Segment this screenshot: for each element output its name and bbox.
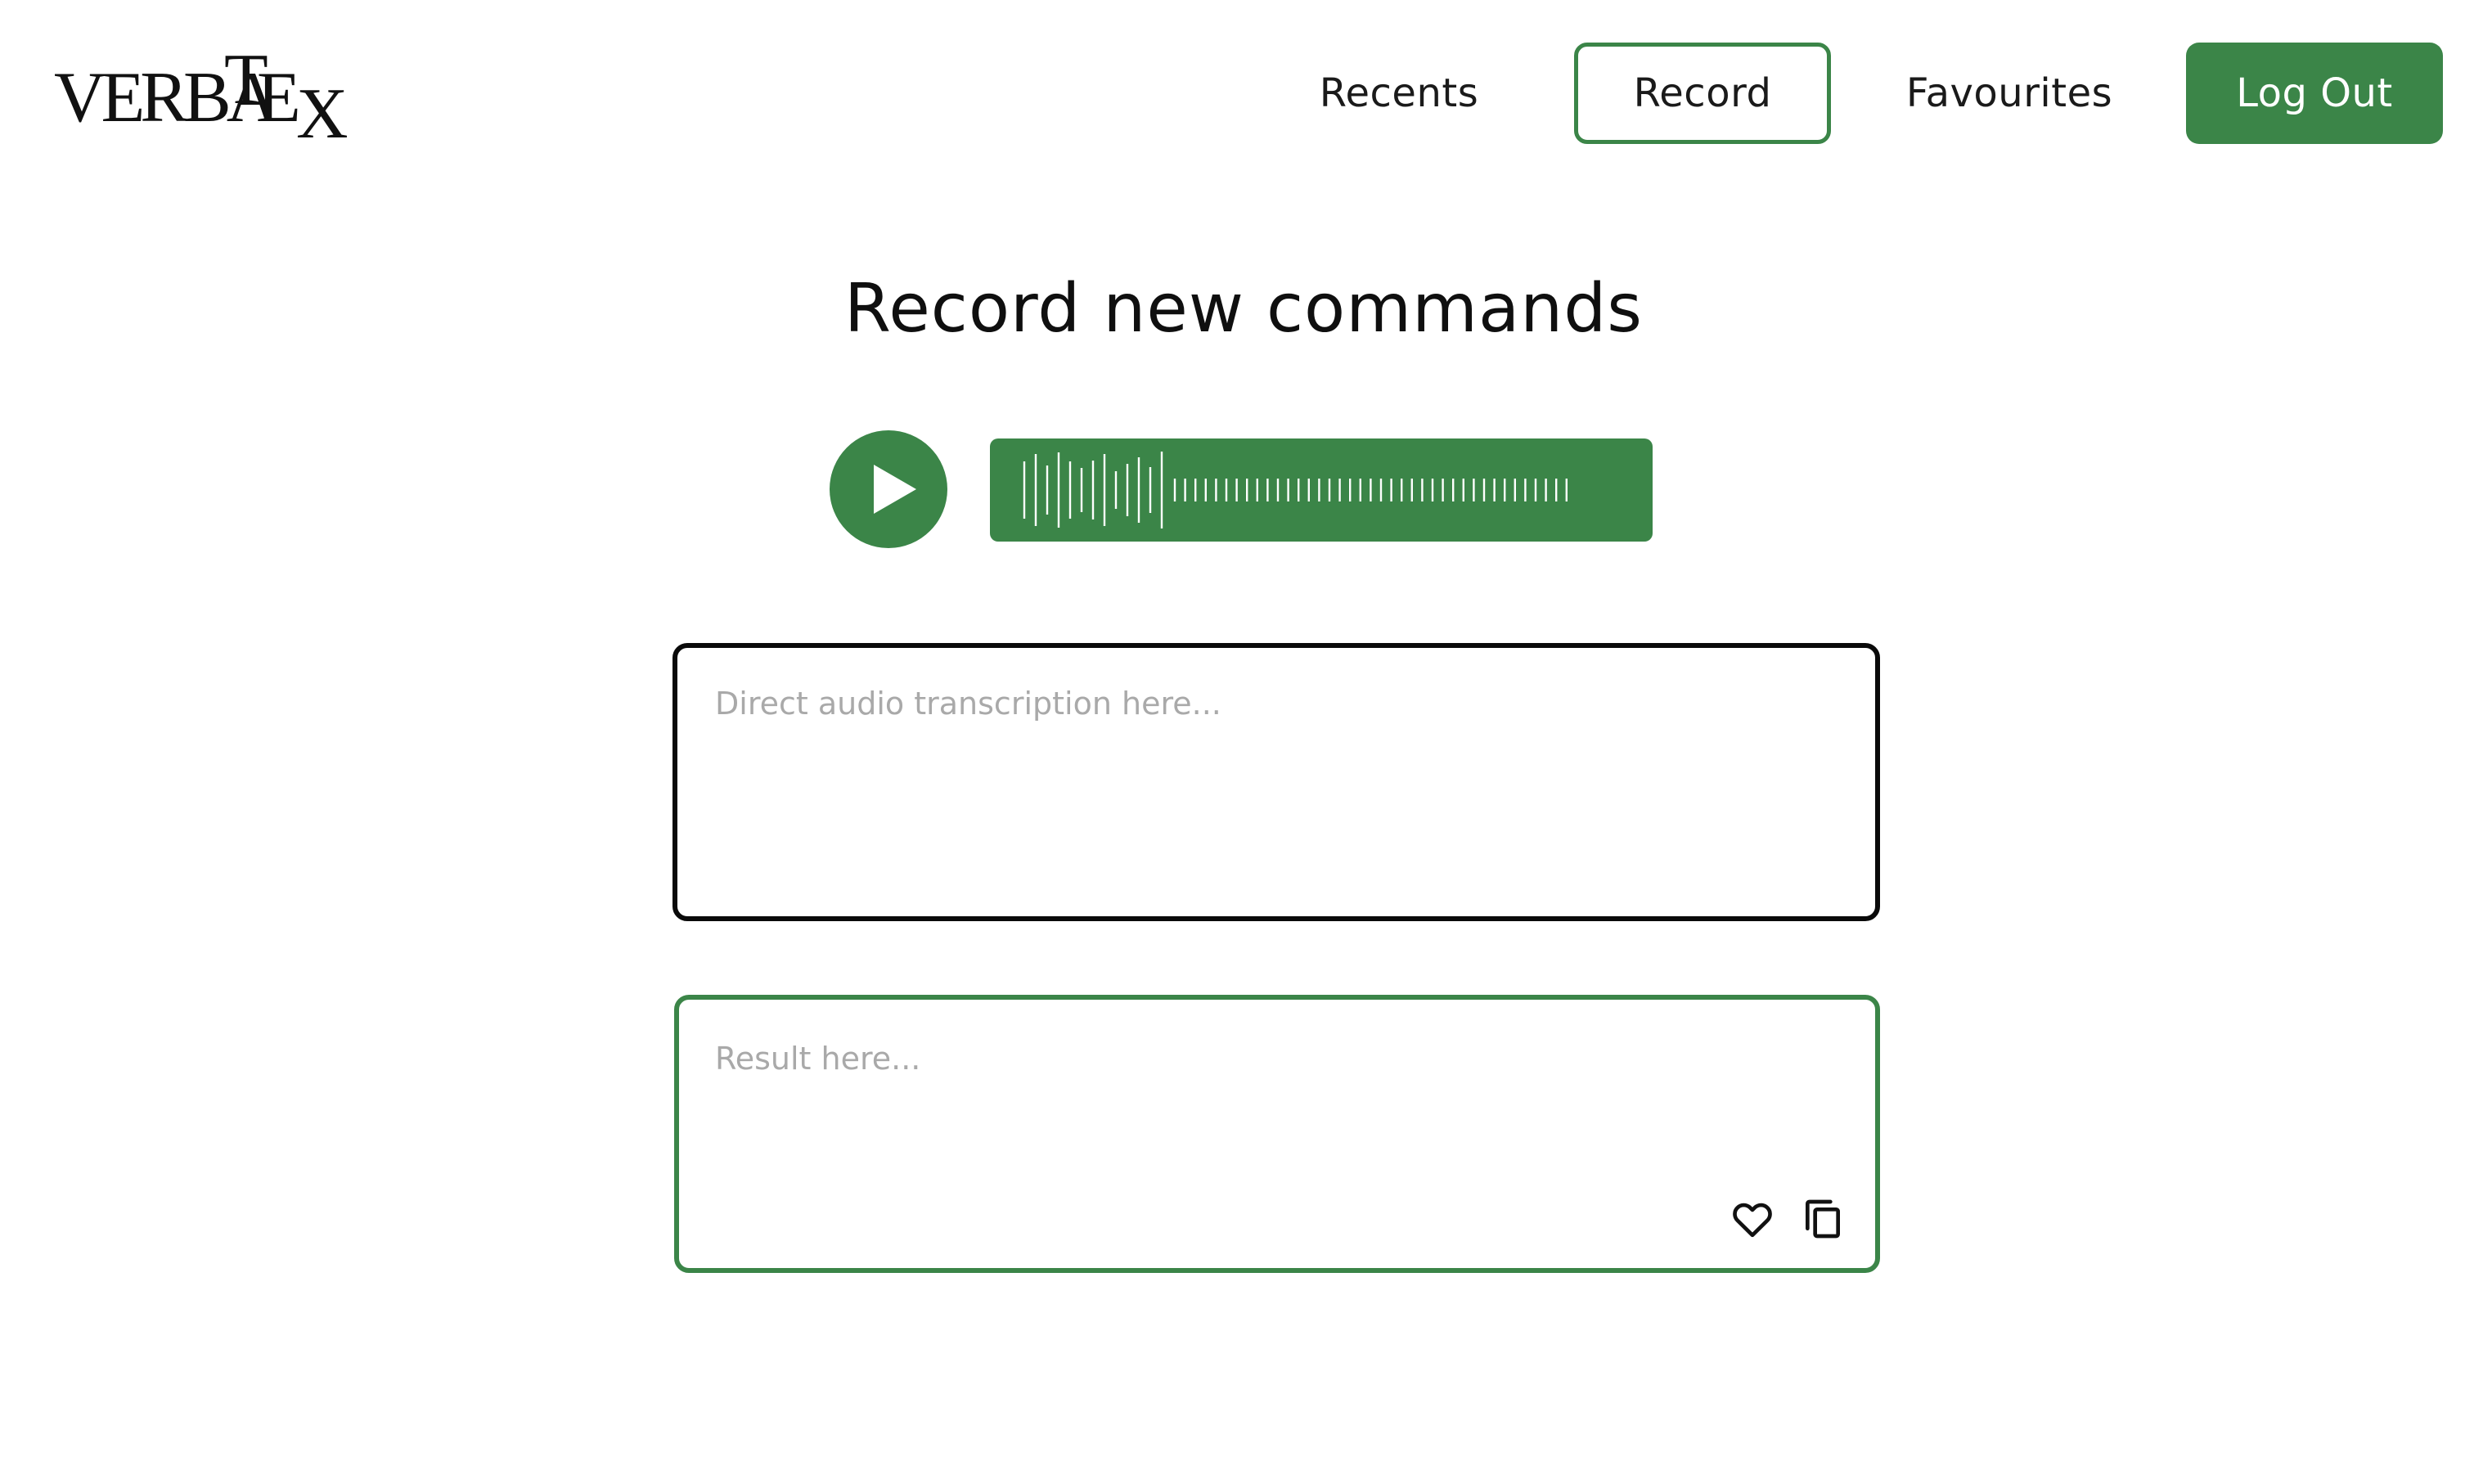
page-title: Record new commands [844,270,1643,348]
svg-text:E: E [257,58,301,137]
heart-icon [1733,1203,1772,1238]
nav-recents[interactable]: Recents [1276,43,1522,144]
logout-button[interactable]: Log Out [2186,43,2443,144]
waveform-icon [1023,452,1568,528]
transcription-input[interactable] [672,643,1880,921]
copy-button[interactable] [1800,1196,1846,1242]
copy-icon [1806,1199,1840,1239]
svg-text:X: X [296,74,349,141]
result-text: Result here... [715,1041,921,1077]
play-icon [874,465,916,514]
nav-favourites[interactable]: Favourites [1878,43,2140,144]
nav-record[interactable]: Record [1574,43,1831,144]
verbatex-logo[interactable]: VERBA T E X [54,43,349,141]
result-panel: Result here... [674,995,1880,1273]
favourite-button[interactable] [1730,1196,1775,1242]
audio-waveform[interactable] [990,438,1653,542]
play-button[interactable] [830,430,947,548]
